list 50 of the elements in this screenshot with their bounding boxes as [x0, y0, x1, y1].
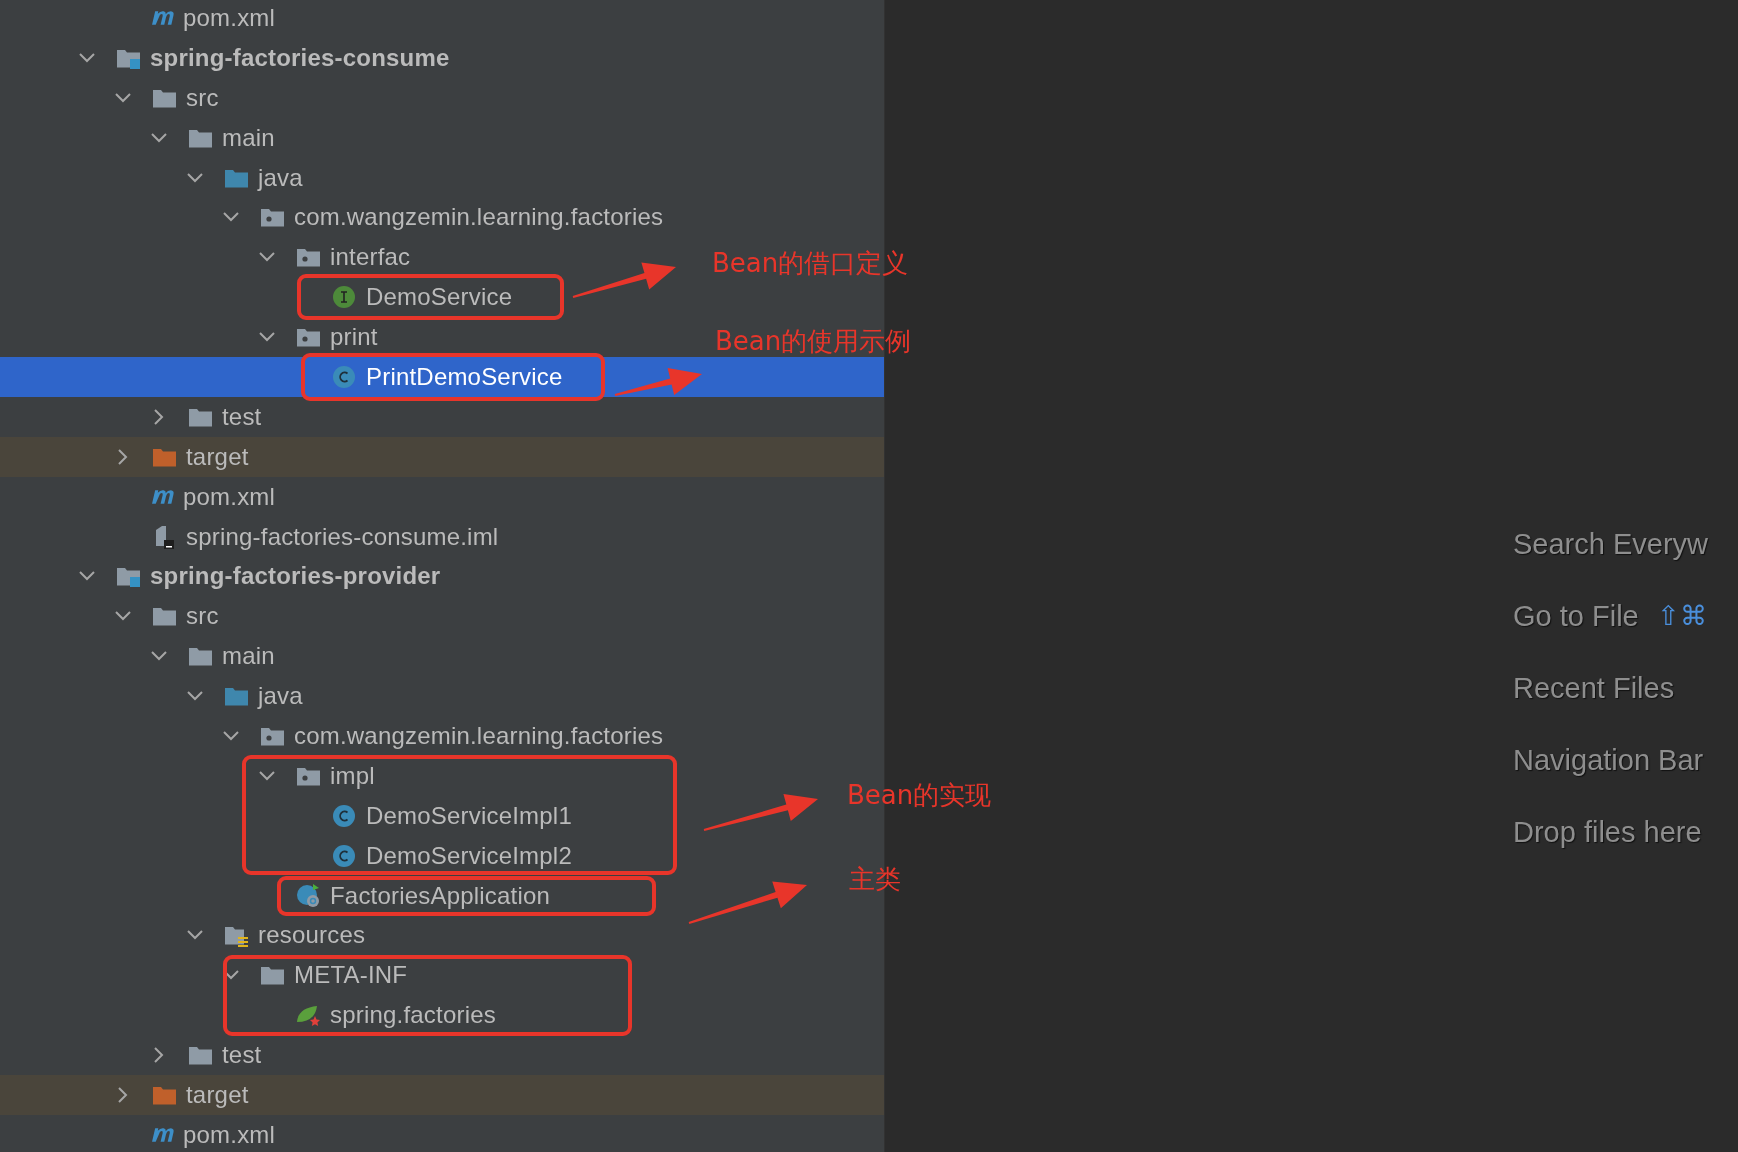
maven-icon	[151, 488, 175, 506]
item-label[interactable]: DemoService	[366, 283, 513, 312]
item-label[interactable]: print	[330, 323, 378, 352]
hint-text: Search Everyw	[1513, 527, 1708, 561]
hint-text: Go to File	[1513, 599, 1639, 633]
item-label[interactable]: spring.factories	[330, 1001, 496, 1030]
item-label[interactable]: target	[186, 1081, 249, 1109]
class-icon	[331, 802, 358, 829]
item-label[interactable]: com.wangzemin.learning.factories	[294, 203, 664, 232]
annotation-text: Bean的实现	[847, 779, 992, 812]
item-label[interactable]: resources	[258, 921, 366, 950]
excluded-folder-row[interactable]: target	[0, 436, 884, 477]
item-label[interactable]: META-INF	[294, 961, 408, 990]
maven-icon	[151, 1126, 175, 1144]
item-label[interactable]: test	[222, 402, 262, 431]
item-label[interactable]: interfac	[330, 243, 411, 272]
item-label[interactable]: impl	[330, 761, 375, 790]
maven-icon	[151, 9, 175, 27]
item-label[interactable]: pom.xml	[183, 1120, 276, 1149]
selected-row[interactable]: PrintDemoService	[0, 357, 884, 397]
application-class-icon	[295, 882, 322, 909]
item-label[interactable]: java	[258, 682, 303, 711]
shortcut-keys: ⇧⌘	[1656, 600, 1707, 632]
item-label[interactable]: DemoServiceImpl2	[366, 841, 572, 870]
item-label[interactable]: java	[258, 163, 303, 192]
excluded-folder-row[interactable]: target	[0, 1075, 884, 1115]
item-label[interactable]: PrintDemoService	[366, 362, 563, 391]
hint-text: Drop files here	[1513, 815, 1702, 849]
item-label[interactable]: spring-factories-consume.iml	[186, 522, 499, 551]
item-label[interactable]: com.wangzemin.learning.factories	[294, 721, 664, 750]
item-label[interactable]: spring-factories-provider	[150, 562, 441, 591]
item-label[interactable]: pom.xml	[183, 3, 276, 32]
item-label[interactable]: src	[186, 83, 219, 112]
item-label[interactable]: test	[222, 1041, 262, 1070]
item-label[interactable]: main	[222, 123, 275, 152]
annotation-text: Bean的借口定义	[712, 247, 909, 280]
item-label[interactable]: src	[186, 602, 219, 631]
item-label[interactable]: pom.xml	[183, 482, 276, 511]
annotation-text: 主类	[849, 863, 901, 896]
interface-icon	[331, 284, 358, 311]
item-label[interactable]: FactoriesApplication	[330, 881, 551, 910]
class-icon	[331, 363, 358, 390]
class-icon	[331, 842, 358, 869]
item-label[interactable]: target	[186, 442, 249, 471]
item-label[interactable]: spring-factories-consume	[150, 43, 450, 72]
item-label[interactable]: DemoServiceImpl1	[366, 801, 572, 830]
annotation-text: Bean的使用示例	[715, 325, 912, 358]
hint-text: Recent Files	[1513, 671, 1675, 705]
item-label[interactable]: main	[222, 642, 275, 671]
hint-text: Navigation Bar	[1513, 743, 1704, 777]
